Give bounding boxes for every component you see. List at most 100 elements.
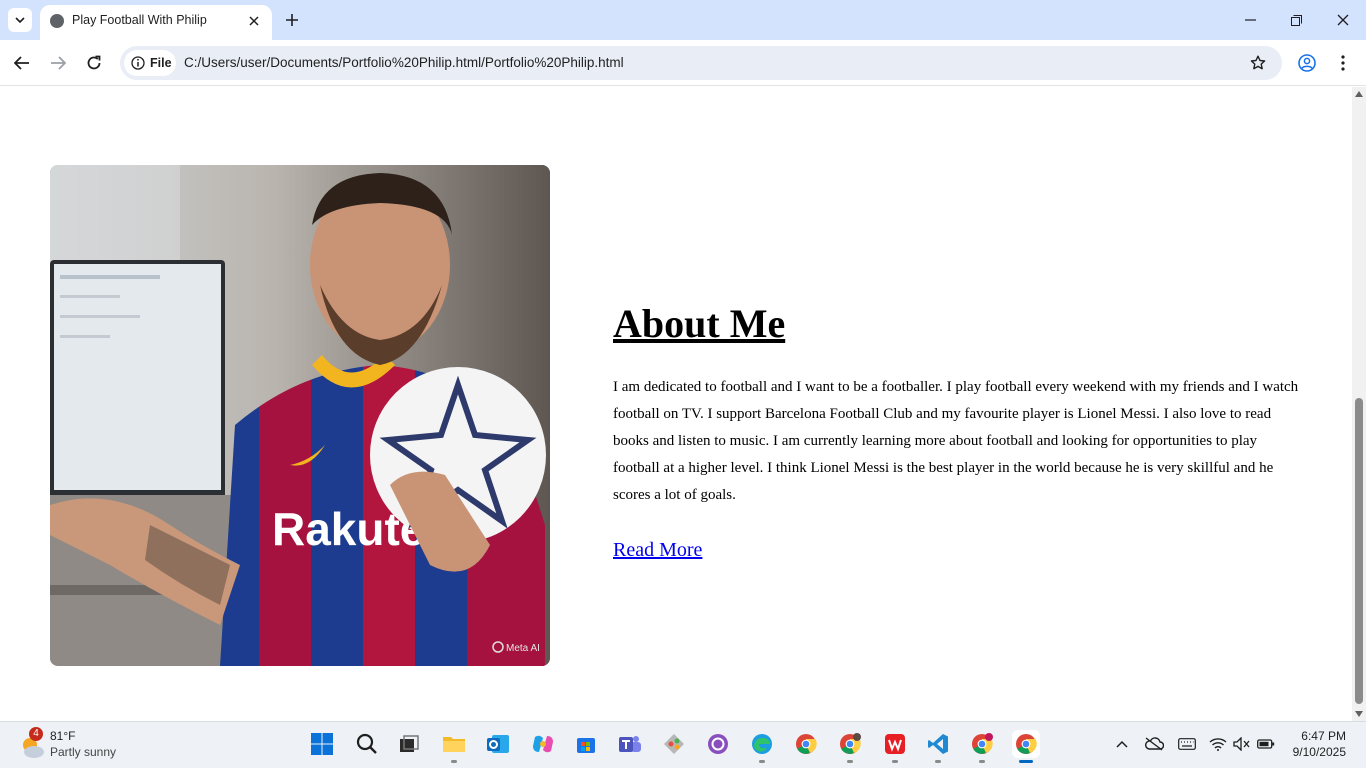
about-paragraph: I am dedicated to football and I want to…	[613, 379, 1299, 503]
forward-button[interactable]	[47, 52, 69, 74]
weather-temp: 81°F	[50, 729, 76, 743]
url-text[interactable]: C:/Users/user/Documents/Portfolio%20Phil…	[184, 55, 624, 70]
github-desktop-button[interactable]	[704, 730, 732, 758]
copilot-button[interactable]	[529, 730, 557, 758]
outlook-button[interactable]	[484, 730, 512, 758]
close-icon	[1337, 14, 1349, 26]
new-tab-button[interactable]	[282, 10, 302, 30]
windows-icon	[311, 733, 333, 755]
close-icon	[249, 16, 259, 26]
battery-button[interactable]	[1256, 734, 1276, 754]
chrome-profile-button[interactable]	[836, 730, 864, 763]
edge-icon	[752, 734, 772, 754]
clock-time: 6:47 PM	[1301, 729, 1346, 743]
search-button[interactable]	[353, 730, 381, 758]
chevron-down-icon	[15, 17, 25, 23]
globe-icon	[50, 14, 64, 28]
clock-date: 9/10/2025	[1292, 745, 1346, 759]
volume-button[interactable]	[1232, 734, 1252, 754]
show-hidden-icons-button[interactable]	[1112, 734, 1132, 754]
info-icon	[131, 56, 145, 70]
more-vertical-icon	[1341, 55, 1345, 71]
running-indicator	[759, 760, 765, 763]
wifi-icon	[1209, 738, 1227, 751]
vscode-button[interactable]	[924, 730, 952, 763]
tab-close-button[interactable]	[244, 11, 264, 31]
git-button[interactable]	[660, 730, 688, 758]
star-icon	[1250, 55, 1266, 70]
weather-desc: Partly sunny	[50, 745, 117, 759]
minimize-button[interactable]	[1240, 10, 1260, 30]
running-indicator	[979, 760, 985, 763]
weather-widget[interactable]: 4 81°F Partly sunny	[18, 727, 138, 765]
tab-strip: Play Football With Philip	[0, 0, 1366, 40]
close-window-button[interactable]	[1333, 10, 1353, 30]
keyboard-button[interactable]	[1177, 734, 1197, 754]
menu-button[interactable]	[1332, 52, 1354, 74]
photo-watermark: Meta AI	[506, 643, 540, 654]
active-indicator	[1019, 760, 1033, 763]
cloud-off-icon	[1145, 737, 1164, 751]
copilot-icon	[533, 735, 553, 753]
arrow-left-icon	[14, 56, 29, 70]
reload-icon	[87, 55, 101, 70]
task-view-button[interactable]	[395, 730, 423, 758]
vscode-icon	[928, 734, 948, 754]
reload-button[interactable]	[83, 52, 105, 74]
back-button[interactable]	[11, 52, 33, 74]
wps-icon	[885, 734, 905, 754]
tab-search-button[interactable]	[8, 8, 32, 32]
chrome-icon	[796, 734, 817, 754]
restore-button[interactable]	[1286, 10, 1306, 30]
outlook-icon	[487, 735, 509, 753]
file-explorer-button[interactable]	[440, 730, 468, 763]
plus-icon	[286, 14, 298, 26]
chrome-icon	[972, 733, 993, 754]
chevron-up-icon	[1116, 740, 1128, 748]
store-icon	[577, 738, 595, 753]
taskbar: 4 81°F Partly sunny 6:47 PM 9/10/2025	[0, 721, 1366, 768]
tab-title: Play Football With Philip	[72, 13, 207, 27]
browser-tab[interactable]: Play Football With Philip	[40, 5, 272, 40]
restore-icon	[1290, 14, 1302, 26]
teams-button[interactable]	[616, 730, 644, 758]
photo-illustration: Rakuten Meta AI	[50, 165, 550, 666]
scroll-down-arrow-icon[interactable]	[1355, 711, 1363, 717]
wifi-button[interactable]	[1208, 734, 1228, 754]
read-more-link[interactable]: Read More	[613, 539, 702, 562]
chrome-button[interactable]	[792, 730, 820, 758]
running-indicator	[935, 760, 941, 763]
git-icon	[664, 734, 684, 754]
edge-button[interactable]	[748, 730, 776, 763]
weather-badge: 4	[29, 727, 43, 741]
arrow-right-icon	[51, 56, 66, 70]
store-button[interactable]	[572, 730, 600, 758]
github-icon	[708, 734, 728, 754]
wps-button[interactable]	[881, 730, 909, 763]
task-view-icon	[400, 735, 419, 752]
about-heading: About Me	[613, 301, 786, 346]
scroll-up-arrow-icon[interactable]	[1355, 91, 1363, 97]
profile-button[interactable]	[1296, 52, 1318, 74]
battery-icon	[1257, 739, 1275, 749]
browser-toolbar: File C:/Users/user/Documents/Portfolio%2…	[0, 40, 1366, 86]
chrome-profile-j-button[interactable]	[968, 730, 996, 763]
address-bar[interactable]: File C:/Users/user/Documents/Portfolio%2…	[120, 46, 1282, 80]
profile-photo: Rakuten Meta AI	[50, 165, 550, 666]
volume-muted-icon	[1233, 737, 1250, 751]
folder-icon	[443, 737, 465, 752]
keyboard-icon	[1178, 738, 1196, 750]
scrollbar-thumb[interactable]	[1355, 398, 1363, 704]
running-indicator	[892, 760, 898, 763]
page-scrollbar[interactable]	[1352, 87, 1366, 721]
site-info-chip[interactable]: File	[124, 50, 176, 76]
chip-label: File	[150, 56, 172, 70]
start-button[interactable]	[308, 730, 336, 758]
chrome-icon	[1016, 734, 1037, 754]
profile-icon	[1298, 54, 1316, 72]
running-indicator	[451, 760, 457, 763]
chrome-active-button[interactable]	[1012, 730, 1040, 763]
onedrive-button[interactable]	[1144, 734, 1164, 754]
system-clock[interactable]: 6:47 PM 9/10/2025	[1293, 728, 1346, 760]
bookmark-button[interactable]	[1248, 53, 1268, 73]
